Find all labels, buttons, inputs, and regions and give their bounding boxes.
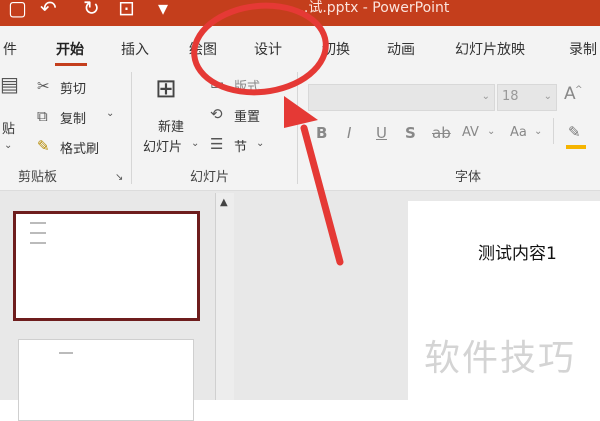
annotation-arrow-icon [300, 124, 344, 266]
highlight-circle [191, 2, 329, 96]
arrow-head [284, 96, 318, 128]
annotation-overlay [191, 2, 344, 266]
